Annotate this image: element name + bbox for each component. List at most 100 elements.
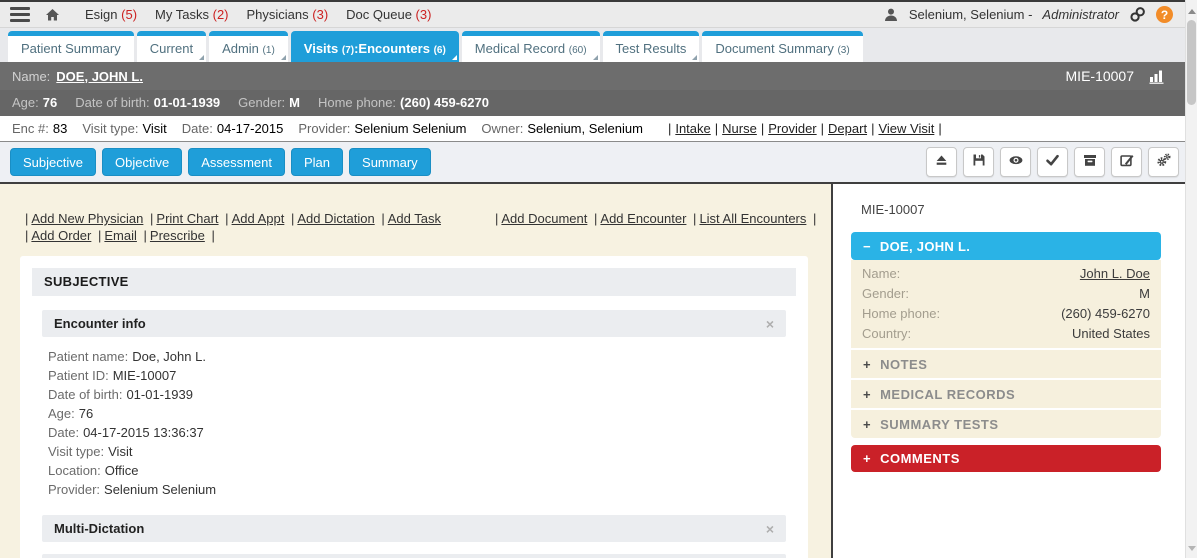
nav-physicians-count: (3) <box>312 7 328 22</box>
scrollbar-down-icon[interactable] <box>1188 546 1196 555</box>
quick-links-document-group: |Add Document |Add Encounter |List All E… <box>492 210 819 227</box>
demographics-bar: Age:76 Date of birth:01-01-1939 Gender:M… <box>0 90 1197 116</box>
summary-button[interactable]: Summary <box>349 148 431 176</box>
link-nurse[interactable]: Nurse <box>722 121 757 136</box>
chief-complaint-header: Chief complaint × <box>42 554 786 558</box>
nav-esign[interactable]: Esign (5) <box>85 7 137 22</box>
link-prescribe[interactable]: Prescribe <box>150 228 205 243</box>
patient-info-panel: Name: John L. Doe Gender: M Home phone: … <box>851 260 1161 348</box>
link-view-visit[interactable]: View Visit <box>878 121 934 136</box>
eject-icon <box>933 152 950 173</box>
tab-medical-record[interactable]: Medical Record (60) <box>462 31 600 62</box>
notes-section-toggle[interactable]: + NOTES <box>851 350 1161 378</box>
objective-button[interactable]: Objective <box>102 148 182 176</box>
webchart-app: Esign (5) My Tasks (2) Physicians (3) Do… <box>0 0 1197 558</box>
tab-admin[interactable]: Admin (1) <box>209 31 288 62</box>
home-phone-field: Home phone:(260) 459-6270 <box>318 94 489 112</box>
link-add-task[interactable]: Add Task <box>388 211 441 226</box>
link-intake[interactable]: Intake <box>675 121 710 136</box>
menu-icon[interactable] <box>10 7 30 22</box>
plus-icon: + <box>863 357 871 372</box>
patient-name-link[interactable]: John L. Doe <box>1080 266 1150 281</box>
home-icon[interactable] <box>44 7 61 23</box>
close-icon[interactable]: × <box>766 316 774 332</box>
dropdown-corner-icon <box>452 55 457 60</box>
encounter-info-body: Patient name:Doe, John L. Patient ID:MIE… <box>42 337 786 513</box>
patient-header-toggle[interactable]: − DOE, JOHN L. <box>851 232 1161 260</box>
link-provider[interactable]: Provider <box>768 121 816 136</box>
plus-icon: + <box>863 451 871 466</box>
scrollbar-up-icon[interactable] <box>1188 5 1196 14</box>
link-add-dictation[interactable]: Add Dictation <box>297 211 374 226</box>
info-line: Date:04-17-2015 13:36:37 <box>48 423 780 442</box>
nav-my-tasks[interactable]: My Tasks (2) <box>155 7 228 22</box>
sidebar-home-phone-row: Home phone: (260) 459-6270 <box>851 303 1161 323</box>
user-role: Administrator <box>1042 7 1119 22</box>
user-icon <box>883 7 899 23</box>
link-add-new-physician[interactable]: Add New Physician <box>31 211 143 226</box>
name-label: Name: <box>12 69 50 84</box>
nav-doc-queue-count: (3) <box>416 7 432 22</box>
encounter-info-panel: Encounter info × Patient name:Doe, John … <box>42 310 786 513</box>
tab-visits-encounters[interactable]: Visits (7):Encounters (6) <box>291 31 459 62</box>
info-line: Location:Office <box>48 461 780 480</box>
patient-name-link[interactable]: DOE, JOHN L. <box>56 69 143 84</box>
top-utility-bar: Esign (5) My Tasks (2) Physicians (3) Do… <box>0 0 1197 28</box>
nav-physicians[interactable]: Physicians (3) <box>247 7 329 22</box>
link-list-all-encounters[interactable]: List All Encounters <box>699 211 806 226</box>
nav-doc-queue[interactable]: Doc Queue (3) <box>346 7 431 22</box>
archive-button[interactable] <box>1074 147 1105 177</box>
close-icon[interactable]: × <box>766 521 774 537</box>
link-add-document[interactable]: Add Document <box>501 211 587 226</box>
medical-records-section-toggle[interactable]: + MEDICAL RECORDS <box>851 380 1161 408</box>
chief-complaint-panel: Chief complaint × <box>42 554 786 558</box>
chart-graph-icon[interactable] <box>1148 68 1167 84</box>
comments-section-toggle[interactable]: + COMMENTS <box>851 445 1161 472</box>
link-chain-icon[interactable] <box>1129 6 1146 23</box>
tab-current[interactable]: Current <box>137 31 206 62</box>
quick-links-row-2: |Add Order |Email |Prescribe | <box>22 227 831 244</box>
patient-sidebar: MIE-10007 − DOE, JOHN L. Name: John L. D… <box>835 184 1197 558</box>
sidebar-gender-row: Gender: M <box>851 283 1161 303</box>
link-print-chart[interactable]: Print Chart <box>156 211 218 226</box>
info-line: Date of birth:01-01-1939 <box>48 385 780 404</box>
quick-links-row-1: |Add New Physician |Print Chart |Add App… <box>22 211 441 226</box>
gender-field: Gender:M <box>238 94 300 112</box>
tab-patient-summary[interactable]: Patient Summary <box>8 31 134 62</box>
user-name: Selenium, Selenium - <box>909 7 1033 22</box>
eject-button[interactable] <box>926 147 957 177</box>
archive-box-icon <box>1082 152 1098 173</box>
summary-tests-section-toggle[interactable]: + SUMMARY TESTS <box>851 410 1161 438</box>
page-scrollbar[interactable] <box>1185 0 1197 558</box>
assessment-button[interactable]: Assessment <box>188 148 285 176</box>
edit-button[interactable] <box>1111 147 1142 177</box>
link-email[interactable]: Email <box>104 228 137 243</box>
nav-esign-count: (5) <box>121 7 137 22</box>
tab-document-summary[interactable]: Document Summary (3) <box>702 31 862 62</box>
link-add-order[interactable]: Add Order <box>31 228 91 243</box>
help-icon[interactable]: ? <box>1156 6 1173 23</box>
save-button[interactable] <box>963 147 994 177</box>
preview-button[interactable] <box>1000 147 1031 177</box>
top-nav: Esign (5) My Tasks (2) Physicians (3) Do… <box>85 7 431 22</box>
link-depart[interactable]: Depart <box>828 121 867 136</box>
tab-test-results[interactable]: Test Results <box>603 31 700 62</box>
nav-my-tasks-count: (2) <box>213 7 229 22</box>
age-field: Age:76 <box>12 94 57 112</box>
plan-button[interactable]: Plan <box>291 148 343 176</box>
note-card: SUBJECTIVE Encounter info × Patient name… <box>20 256 808 558</box>
multi-dictation-panel: Multi-Dictation × <box>42 515 786 542</box>
panel-title: Multi-Dictation <box>54 521 144 536</box>
main-region: |Add New Physician |Print Chart |Add App… <box>0 184 1197 558</box>
plus-icon: + <box>863 417 871 432</box>
sign-off-button[interactable] <box>1037 147 1068 177</box>
subjective-button[interactable]: Subjective <box>10 148 96 176</box>
link-add-encounter[interactable]: Add Encounter <box>600 211 686 226</box>
settings-button[interactable] <box>1148 147 1179 177</box>
info-line: Provider:Selenium Selenium <box>48 480 780 499</box>
info-line: Patient ID:MIE-10007 <box>48 366 780 385</box>
link-add-appt[interactable]: Add Appt <box>232 211 285 226</box>
scrollbar-thumb[interactable] <box>1187 20 1196 105</box>
chart-content: |Add New Physician |Print Chart |Add App… <box>0 184 833 558</box>
sidebar-name-row: Name: John L. Doe <box>851 263 1161 283</box>
